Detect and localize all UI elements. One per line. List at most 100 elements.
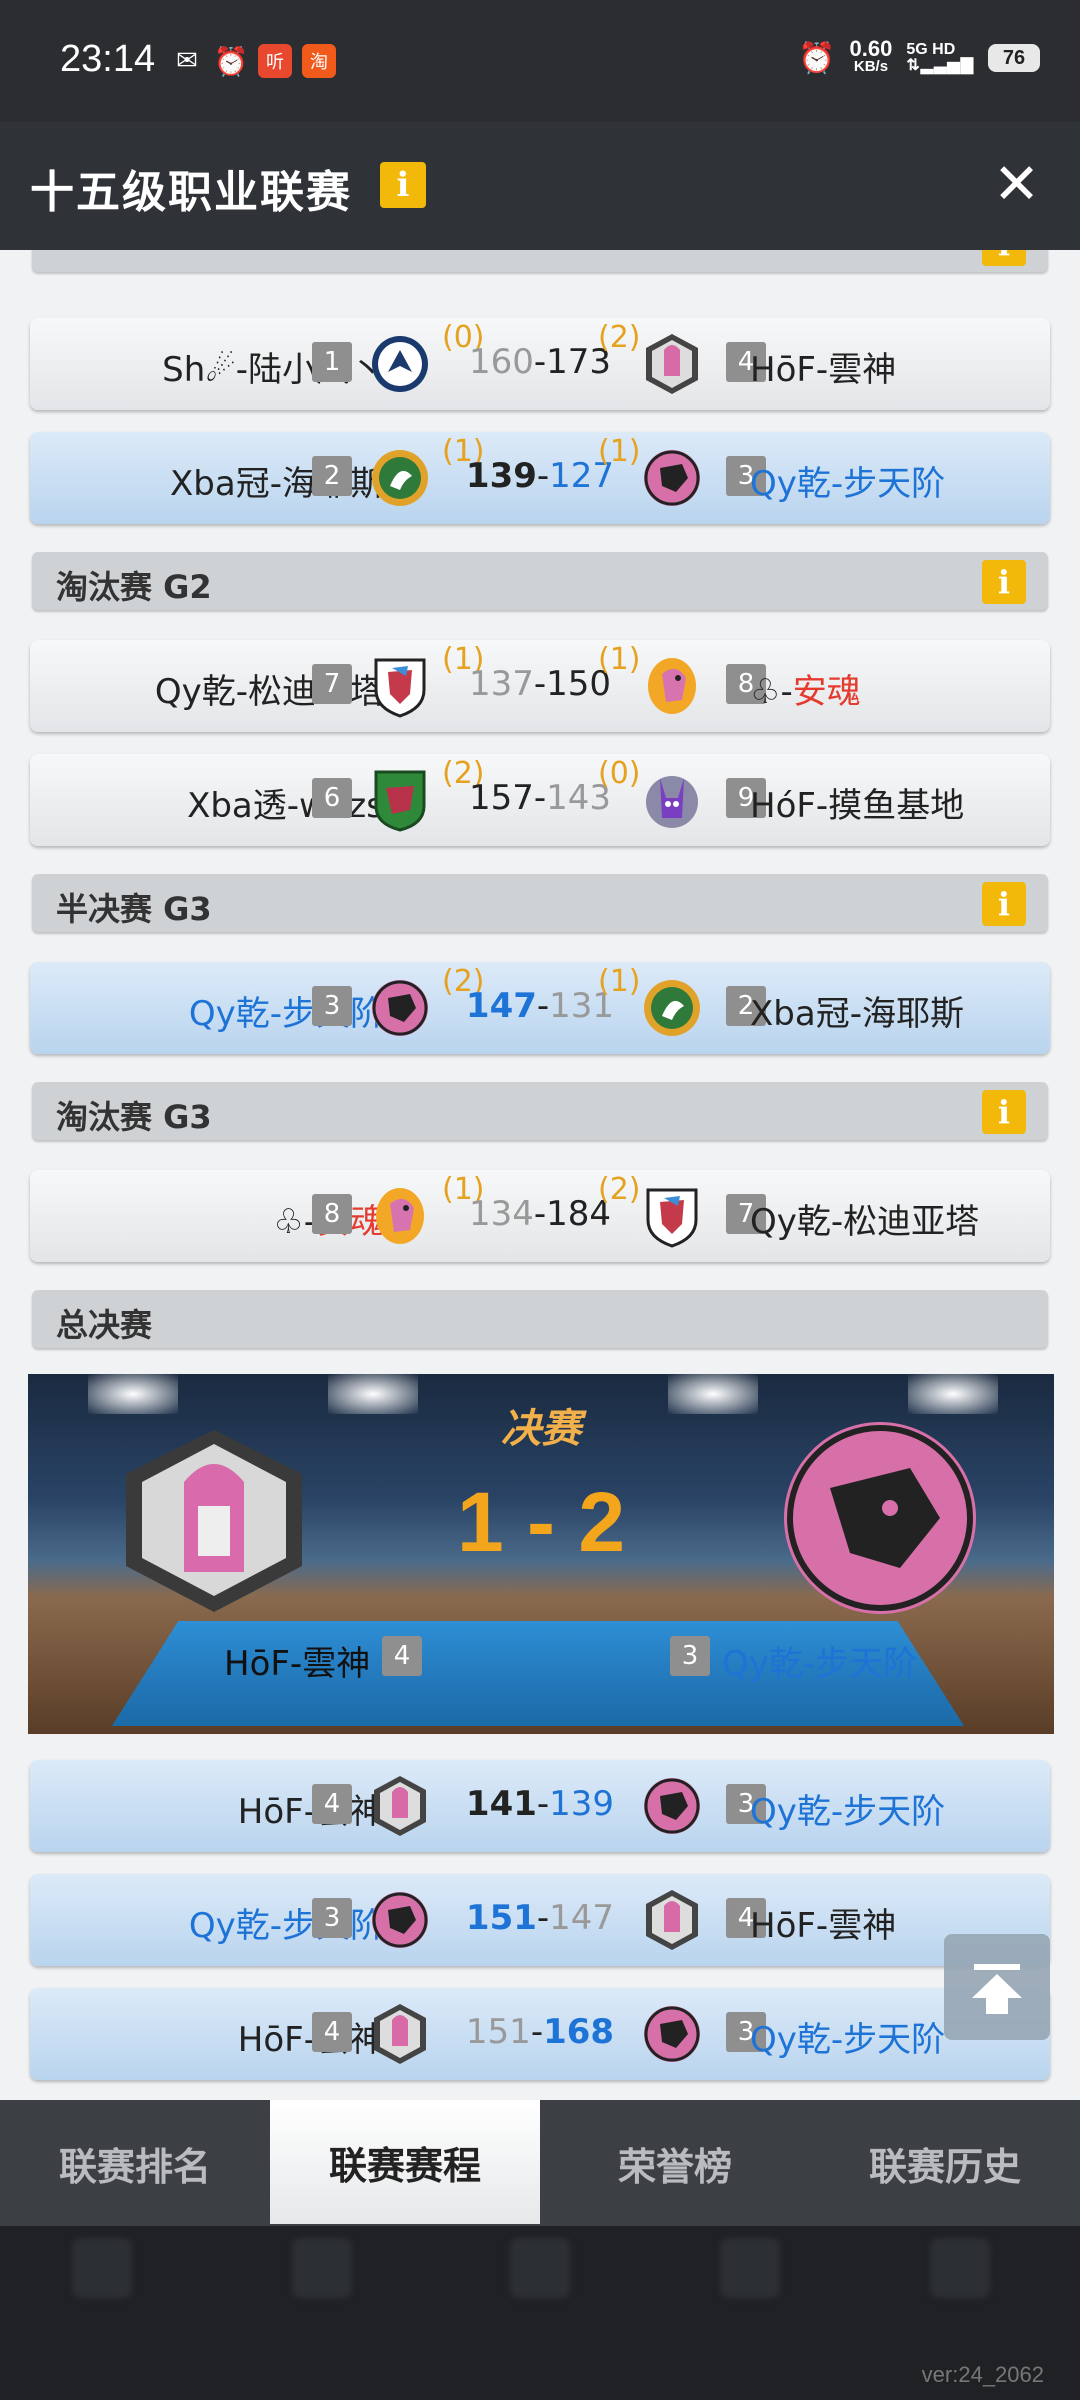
- right-score: 168: [543, 2012, 615, 2052]
- purple-bunny-logo-icon: [646, 776, 698, 828]
- section-header-final: 总决赛: [32, 1290, 1048, 1348]
- match-row[interactable]: Sh☄-陆小凤丶 1 (0) 160-173 (2) 4 HōF-雲神: [30, 318, 1050, 410]
- left-score: 151: [465, 2012, 531, 2052]
- left-team-name: Qy乾-步天阶: [188, 994, 384, 1034]
- alarm-icon: ⏰: [213, 44, 249, 78]
- match-row[interactable]: HōF-雲神 4 151-168 3 Qy乾-步天阶: [30, 1988, 1050, 2080]
- match-row[interactable]: Qy乾-步天阶 3 (2) 147-131 (1) 2 Xba冠-海耶斯: [30, 962, 1050, 1054]
- left-team-seed: 3: [312, 986, 352, 1026]
- spartan-helmet-logo-icon: [126, 1430, 302, 1612]
- blurred-nav-icon: [930, 2238, 990, 2298]
- finals-banner[interactable]: 决赛 1 - 2 HōF-雲神 4 3 Qy乾-步天阶: [28, 1374, 1054, 1734]
- right-team-name: HōF-雲神: [750, 350, 897, 390]
- green-dragon-logo-icon: [644, 980, 700, 1036]
- tab-league-ranking[interactable]: 联赛排名: [0, 2100, 270, 2226]
- finals-left-team-name: HōF-雲神: [224, 1644, 371, 1684]
- right-series-wins: (1): [598, 964, 641, 999]
- right-series-wins: (2): [598, 320, 641, 355]
- left-team-seed: 6: [312, 778, 352, 818]
- section-info-icon[interactable]: i: [982, 882, 1026, 926]
- match-score: 151-168: [465, 2012, 615, 2052]
- close-icon[interactable]: ✕: [993, 152, 1040, 217]
- pink-dragon-logo-icon: [644, 450, 700, 506]
- finals-right-team-name: Qy乾-步天阶: [722, 1644, 918, 1684]
- section-header-semi-g3: 半决赛 G3 i: [32, 874, 1048, 932]
- schedule-list[interactable]: i Sh☄-陆小凤丶 1 (0) 160-173 (2) 4 HōF-雲神 Xb…: [0, 250, 1080, 2100]
- section-title: 半决赛 G3: [56, 890, 212, 928]
- blurred-nav-icon: [72, 2238, 132, 2298]
- right-team-name-wrap: ♧-安魂: [750, 664, 861, 713]
- green-dragon-logo-icon: [372, 450, 428, 506]
- right-team-name: Qy乾-步天阶: [750, 1792, 946, 1832]
- tab-honor-roll[interactable]: 荣誉榜: [540, 2100, 810, 2226]
- blurred-game-nav: ver:24_2062: [0, 2226, 1080, 2400]
- spartan-helmet-logo-icon: [374, 1776, 426, 1836]
- blurred-nav-icon: [720, 2238, 780, 2298]
- blurred-nav-icon: [510, 2238, 570, 2298]
- match-row[interactable]: Xba透-wdzs 6 (2) 157-143 (0) 9 HóF-摸鱼基地: [30, 754, 1050, 846]
- match-score: 157-143: [468, 778, 612, 818]
- match-score: 137-150: [468, 664, 612, 704]
- alarm-status-icon: ⏰: [798, 40, 836, 76]
- match-row[interactable]: HōF-雲神 4 141-139 3 Qy乾-步天阶: [30, 1760, 1050, 1852]
- spartan-helmet-logo-icon: [374, 2004, 426, 2064]
- pink-dragon-logo-icon: [372, 980, 428, 1036]
- status-bar: 23:14 ✉ ⏰ 听 淘 ⏰ 0.60 KB/s 5G HD ⇅▂▃▅▇ 76: [0, 0, 1080, 122]
- bottom-tab-bar: 联赛排名 联赛赛程 荣誉榜 联赛历史: [0, 2100, 1080, 2226]
- section-title: 淘汰赛 G3: [56, 1098, 212, 1136]
- section-info-icon[interactable]: i: [982, 560, 1026, 604]
- left-team-seed: 4: [312, 2012, 352, 2052]
- net-speed-unit: KB/s: [853, 58, 889, 75]
- section-info-icon[interactable]: i: [982, 1090, 1026, 1134]
- finals-left-team-seed: 4: [382, 1636, 422, 1676]
- taobao-icon: 淘: [302, 44, 336, 78]
- red-dragon-shield-logo-icon: [646, 1188, 698, 1248]
- right-score: 139: [549, 1784, 615, 1824]
- right-team-name: Qy乾-步天阶: [750, 2020, 946, 2060]
- signal-label: 5G HD: [906, 41, 956, 58]
- match-row[interactable]: Qy乾-步天阶 3 151-147 4 HōF-雲神: [30, 1874, 1050, 1966]
- left-score: 134: [468, 1194, 534, 1234]
- match-row[interactable]: Xba冠-海耶斯 2 (1) 139-127 (1) 3 Qy乾-步天阶: [30, 432, 1050, 524]
- match-row[interactable]: Qy乾-松迪亚塔 7 (1) 137-150 (1) 8 ♧-安魂: [30, 640, 1050, 732]
- section-header-elim-g2: 淘汰赛 G2 i: [32, 552, 1048, 610]
- left-score: 139: [465, 456, 537, 496]
- spartan-helmet-logo-icon: [646, 1890, 698, 1950]
- match-score: 160-173: [468, 342, 612, 382]
- right-series-wins: (0): [598, 756, 641, 791]
- blurred-nav-icon: [292, 2238, 352, 2298]
- left-score: 141: [465, 1784, 537, 1824]
- status-time: 23:14: [60, 38, 156, 80]
- match-row[interactable]: ♧-安魂 8 (1) 134-184 (2) 7 Qy乾-松迪亚塔: [30, 1170, 1050, 1262]
- scroll-to-top-button[interactable]: [944, 1934, 1050, 2040]
- section-info-icon[interactable]: i: [982, 250, 1026, 266]
- right-team-name: HōF-雲神: [750, 1906, 897, 1946]
- eagle-logo-icon: [372, 336, 428, 392]
- finals-right-team-seed: 3: [670, 1636, 710, 1676]
- league-info-icon[interactable]: i: [380, 162, 426, 208]
- left-team-seed: 2: [312, 456, 352, 496]
- spartan-helmet-logo-icon: [646, 334, 698, 394]
- battery-icon: 76: [988, 44, 1040, 72]
- green-shield-dragon-logo-icon: [374, 770, 426, 832]
- listen-app-icon: 听: [258, 44, 292, 78]
- match-score: 141-139: [465, 1784, 615, 1824]
- right-series-wins: (2): [598, 1172, 641, 1207]
- camel-logo-icon: [376, 1188, 424, 1244]
- right-team-name: HóF-摸鱼基地: [750, 786, 965, 826]
- tab-league-schedule[interactable]: 联赛赛程: [270, 2100, 540, 2224]
- right-score: 147: [549, 1898, 615, 1938]
- right-team-name: Qy乾-步天阶: [750, 464, 946, 504]
- left-score: 147: [465, 986, 537, 1026]
- left-team-seed: 4: [312, 1784, 352, 1824]
- red-dragon-shield-logo-icon: [374, 658, 426, 718]
- app-header: 十五级职业联赛 i ✕: [0, 122, 1080, 250]
- left-score: 160: [468, 342, 534, 382]
- version-label: ver:24_2062: [921, 2362, 1044, 2387]
- arrow-up-to-top-icon: [972, 1964, 1022, 2014]
- right-team-name: Xba冠-海耶斯: [750, 994, 964, 1034]
- left-score: 157: [468, 778, 534, 818]
- section-header-elim-g3: 淘汰赛 G3 i: [32, 1082, 1048, 1140]
- section-title: 淘汰赛 G2: [56, 568, 212, 606]
- tab-league-history[interactable]: 联赛历史: [810, 2100, 1080, 2226]
